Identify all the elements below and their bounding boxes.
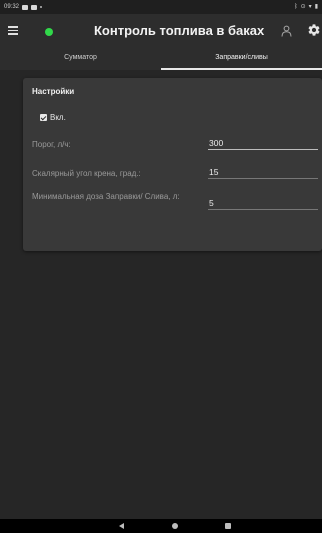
system-nav-bar — [0, 519, 322, 533]
tab-refuels-drains[interactable]: Заправки/сливы — [161, 50, 322, 70]
settings-title: Настройки — [32, 87, 75, 96]
location-icon: ⊙ — [300, 4, 306, 10]
min-dose-input[interactable] — [208, 196, 318, 210]
roll-angle-input[interactable] — [208, 165, 318, 179]
enabled-checkbox[interactable] — [40, 114, 47, 121]
battery-icon: ▮ — [314, 4, 318, 10]
notification-icon — [22, 4, 29, 10]
threshold-input[interactable] — [208, 136, 318, 150]
enabled-label: Вкл. — [50, 113, 66, 122]
bluetooth-icon: ᛒ — [294, 4, 298, 10]
recents-icon[interactable] — [225, 523, 231, 529]
menu-icon[interactable] — [8, 26, 18, 35]
back-icon[interactable] — [119, 523, 124, 529]
page-title: Контроль топлива в баках — [94, 23, 265, 38]
user-icon[interactable] — [281, 25, 292, 37]
connection-status-dot — [45, 28, 53, 36]
tab-summator[interactable]: Сумматор — [0, 50, 161, 70]
min-dose-label: Минимальная доза Заправки/ Слива, л: — [32, 192, 180, 201]
enabled-toggle[interactable]: Вкл. — [40, 113, 66, 122]
gear-icon[interactable] — [307, 23, 321, 37]
wifi-icon: ▾ — [308, 4, 312, 10]
notification-dot-icon — [40, 6, 43, 8]
status-time: 09:32 — [4, 4, 20, 10]
app-bar: Контроль топлива в баках — [0, 14, 322, 50]
notification-icon — [31, 4, 38, 10]
settings-card: Настройки Вкл. Порог, л/ч: Скалярный уго… — [23, 78, 322, 251]
status-bar: 09:32 ᛒ ⊙ ▾ ▮ — [0, 0, 322, 14]
tab-bar: Сумматор Заправки/сливы — [0, 50, 322, 70]
threshold-label: Порог, л/ч: — [32, 140, 71, 149]
roll-angle-label: Скалярный угол крена, град.: — [32, 169, 141, 178]
home-icon[interactable] — [172, 523, 178, 529]
